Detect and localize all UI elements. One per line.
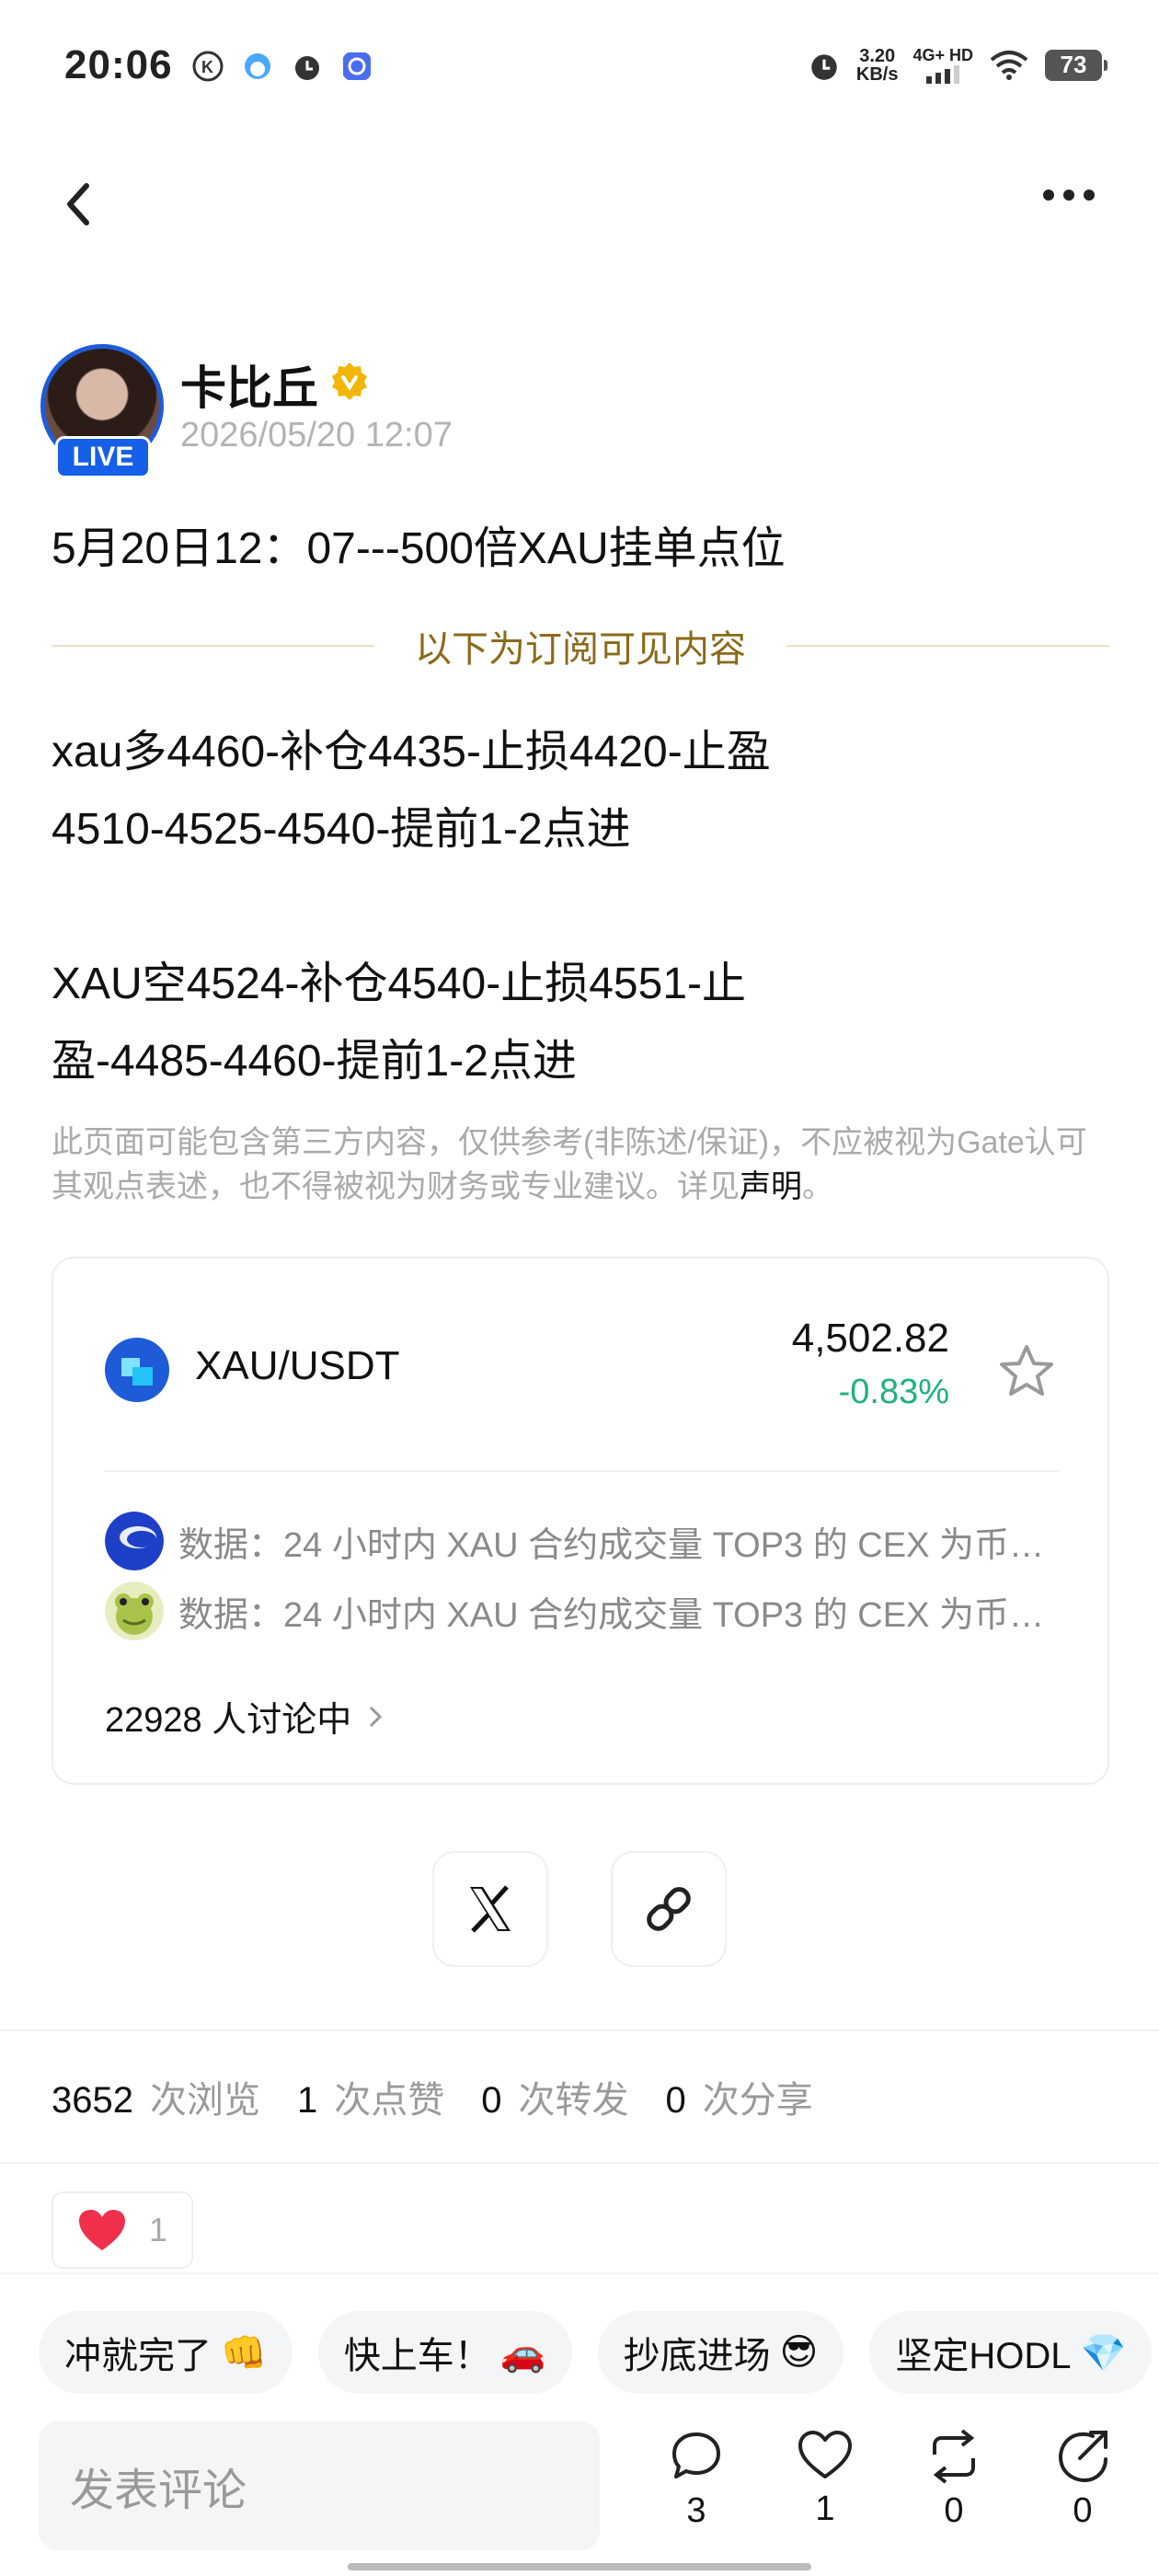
section-divider (0, 2162, 1159, 2164)
post-body-line: 4510-4525-4540-提前1-2点进 (52, 805, 631, 854)
frog-logo-icon (105, 1581, 164, 1640)
chevron-right-icon (370, 1706, 383, 1727)
card-divider (105, 1470, 1060, 1472)
alarm-icon (811, 53, 837, 80)
post-body-line (52, 868, 1109, 946)
wifi-icon (990, 50, 1028, 80)
heart-icon (79, 2210, 125, 2250)
battery-indicator: 73 (1045, 49, 1107, 81)
techflow-logo-icon (105, 1512, 164, 1570)
trading-pair[interactable]: XAU/USDT (195, 1343, 399, 1389)
reaction-count: 1 (149, 2211, 168, 2248)
price-change: -0.83% (838, 1373, 949, 1411)
disclaimer-text: 此页面可能包含第三方内容，仅供参考(非陈述/保证)，不应被视为Gate认可其观点… (52, 1125, 1087, 1204)
status-bar: 20:06 K 3.20 KB/s 4G+ HD 73 (0, 0, 1159, 138)
share-button[interactable]: 0 (1041, 2429, 1124, 2531)
quick-replies: 冲就完了 👊 快上车！ 🚗 抄底进场 😎 坚定HODL 💎 (39, 2311, 1159, 2394)
news-headline: 数据：24 小时内 XAU 合约成交量 TOP3 的 CEX 为币… (178, 1525, 1045, 1565)
post-body-line: xau多4460-补仓4435-止损4420-止盈 (52, 728, 771, 776)
section-divider (0, 2272, 1159, 2274)
views-label: 次浏览 (149, 2080, 260, 2121)
subscriber-divider-label: 以下为订阅可见内容 (415, 629, 746, 670)
news-headline: 数据：24 小时内 XAU 合约成交量 TOP3 的 CEX 为币… (178, 1595, 1045, 1635)
subscriber-divider: 以下为订阅可见内容 (52, 618, 1109, 673)
author-avatar[interactable]: LIVE (40, 344, 164, 478)
quick-reply-chip[interactable]: 快上车！ 🚗 (317, 2311, 572, 2394)
news-item[interactable]: 数据：24 小时内 XAU 合约成交量 TOP3 的 CEX 为币… (105, 1511, 1061, 1571)
comment-input[interactable]: 发表评论 (39, 2421, 600, 2550)
cell-signal: 4G+ HD (912, 46, 973, 84)
post-stats: 3652 次浏览 1 次点赞 0 次转发 0 次分享 (52, 2070, 850, 2123)
discussion-link[interactable]: 22928 人讨论中 (105, 1691, 383, 1742)
repost-button[interactable]: 0 (912, 2429, 995, 2531)
price: 4,502.82 (791, 1316, 949, 1361)
likes-label: 次点赞 (334, 2080, 445, 2121)
favorite-star-icon[interactable] (997, 1343, 1056, 1398)
repost-icon (933, 2429, 975, 2484)
share-icon (1059, 2431, 1107, 2483)
like-button[interactable]: 1 (784, 2429, 866, 2529)
quick-reply-chip[interactable]: 坚定HODL 💎 (869, 2311, 1153, 2394)
status-left-icons: K (191, 50, 373, 83)
section-divider (0, 2030, 1159, 2031)
app-e-icon (343, 52, 371, 80)
post-body: xau多4460-补仓4435-止损4420-止盈 4510-4525-4540… (52, 714, 1109, 1100)
quick-reply-chip[interactable]: 冲就完了 👊 (39, 2311, 293, 2394)
market-card[interactable]: XAU/USDT 4,502.82 -0.83% 数据：24 小时内 XAU 合… (52, 1257, 1109, 1785)
reposts-count: 0 (481, 2080, 502, 2121)
likes-count: 1 (296, 2080, 318, 2121)
more-options-icon[interactable] (1043, 190, 1107, 201)
views-count: 3652 (52, 2080, 133, 2121)
reposts-label: 次转发 (518, 2080, 629, 2121)
status-time: 20:06 (64, 42, 173, 87)
link-icon (647, 1887, 691, 1931)
disclaimer: 此页面可能包含第三方内容，仅供参考(非陈述/保证)，不应被视为Gate认可其观点… (52, 1121, 1109, 1209)
quick-reply-chip[interactable]: 抄底进场 😎 (597, 2311, 844, 2394)
like-count: 1 (815, 2490, 835, 2528)
author-name[interactable]: 卡比丘 (180, 351, 318, 418)
comment-icon (672, 2432, 720, 2478)
post-timestamp: 2026/05/20 12:07 (180, 416, 453, 454)
app-cloud-icon (245, 53, 270, 79)
copy-link-button[interactable] (611, 1851, 727, 1967)
shares-label: 次分享 (702, 2080, 813, 2121)
alarm-icon (295, 56, 319, 80)
disclaimer-link[interactable]: 声明 (740, 1169, 802, 1204)
news-item[interactable]: 数据：24 小时内 XAU 合约成交量 TOP3 的 CEX 为币… (105, 1581, 1061, 1641)
repost-count: 0 (944, 2491, 964, 2530)
back-arrow-icon[interactable] (57, 175, 101, 234)
signal-bars-icon (926, 65, 960, 84)
discussion-count: 22928 人讨论中 (105, 1701, 352, 1740)
home-indicator[interactable] (348, 2563, 811, 2570)
post-title: 5月20日12：07---500倍XAU挂单点位 (52, 524, 786, 573)
post-body-line: XAU空4524-补仓4540-止损4551-止 (52, 960, 746, 1008)
app-k-icon: K (192, 51, 224, 82)
x-logo-icon (470, 1885, 511, 1933)
svg-text:K: K (201, 58, 213, 76)
heart-outline-icon (798, 2431, 852, 2478)
disclaimer-end: 。 (802, 1169, 833, 1204)
comment-button[interactable]: 3 (655, 2429, 738, 2531)
status-right-icons: 3.20 KB/s 4G+ HD 73 (807, 45, 1107, 85)
comment-count: 3 (686, 2491, 706, 2530)
heart-reaction-button[interactable]: 1 (52, 2191, 193, 2269)
xau-coin-icon (105, 1338, 169, 1402)
verified-badge-icon (332, 362, 367, 400)
live-badge: LIVE (55, 436, 151, 478)
share-x-button[interactable] (432, 1851, 548, 1967)
net-speed: 3.20 KB/s (855, 45, 899, 85)
post-body-line: 盈-4485-4460-提前1-2点进 (52, 1037, 577, 1086)
shares-count: 0 (665, 2080, 686, 2121)
share-count: 0 (1073, 2491, 1093, 2530)
